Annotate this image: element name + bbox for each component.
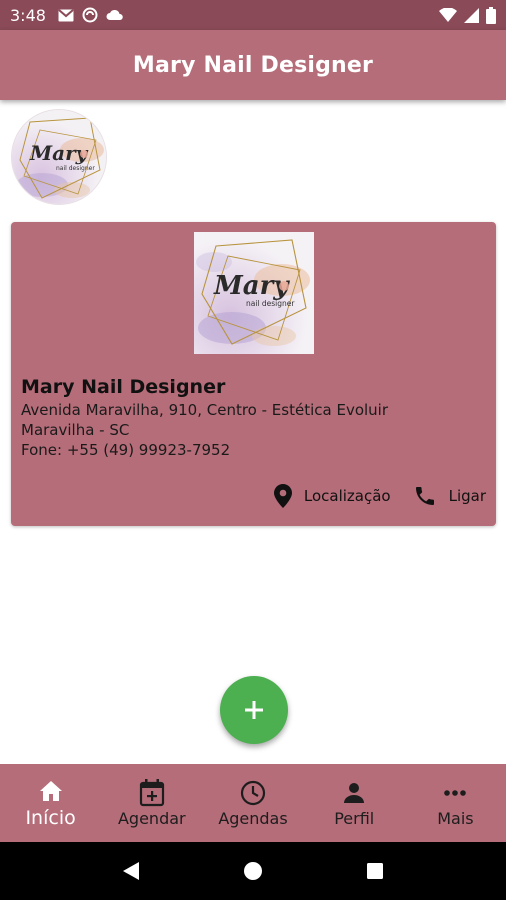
nav-label-perfil: Perfil [334, 808, 375, 828]
home-circle-icon[interactable] [243, 861, 263, 881]
avatar[interactable]: Mary nail designer [11, 109, 107, 205]
status-bar: 3:48 [0, 0, 506, 30]
business-address-line2: Maravilha - SC [21, 421, 130, 439]
app-title: Mary Nail Designer [132, 52, 374, 78]
nav-item-perfil[interactable]: Perfil [304, 764, 405, 842]
plus-icon [245, 701, 263, 719]
location-button[interactable]: Localização [273, 484, 391, 508]
sync-icon [82, 7, 98, 23]
business-phone: Fone: +55 (49) 99923-7952 [21, 441, 231, 459]
status-system-icons [439, 6, 496, 24]
avatar-logo-image: Mary nail designer [12, 110, 106, 204]
nav-item-agendar[interactable]: Agendar [101, 764, 202, 842]
battery-icon [486, 6, 496, 24]
system-navigation-bar [0, 842, 506, 900]
person-icon [344, 782, 365, 803]
nav-label-agendar: Agendar [117, 808, 186, 828]
nav-item-agendas[interactable]: Agendas [202, 764, 303, 842]
more-horizontal-icon [444, 789, 467, 796]
business-address-line1: Avenida Maravilha, 910, Centro - Estétic… [21, 401, 389, 419]
business-card: Mary nail designer Mary Nail Designer Av… [11, 222, 496, 526]
add-fab-button[interactable] [220, 676, 288, 744]
nav-item-mais[interactable]: Mais [405, 764, 506, 842]
location-label: Localização [303, 487, 391, 505]
clock-icon [240, 780, 266, 805]
home-icon [39, 781, 62, 801]
wifi-icon [439, 7, 457, 22]
business-logo-image: Mary nail designer [194, 232, 314, 354]
back-icon[interactable] [122, 861, 140, 881]
nav-label-inicio: Início [25, 807, 76, 829]
avatar-logo-subtext: nail designer [56, 165, 95, 172]
business-logo-text: Mary [213, 271, 290, 301]
call-button[interactable]: Ligar [413, 484, 486, 508]
nav-item-inicio[interactable]: Início [0, 764, 101, 842]
nav-label-mais: Mais [437, 808, 474, 828]
cloud-icon [106, 9, 123, 20]
status-notification-icons [58, 7, 124, 23]
business-details: Avenida Maravilha, 910, Centro - Estétic… [21, 400, 388, 460]
bottom-navigation: Início Agendar Agendas Perfil Mais [0, 764, 506, 842]
calendar-add-icon [139, 778, 164, 806]
phone-icon [415, 487, 434, 505]
recents-icon[interactable] [366, 862, 384, 880]
signal-icon [464, 7, 479, 23]
card-actions: Localização Ligar [273, 484, 486, 508]
call-label: Ligar [448, 487, 486, 505]
nav-label-agendas: Agendas [218, 808, 288, 828]
gmail-icon [58, 8, 74, 21]
business-logo: Mary nail designer [194, 232, 314, 354]
business-name: Mary Nail Designer [21, 376, 226, 398]
avatar-logo-text: Mary [29, 141, 89, 165]
business-logo-subtext: nail designer [246, 299, 295, 308]
status-time: 3:48 [10, 5, 46, 25]
location-pin-icon [273, 484, 292, 508]
app-bar: Mary Nail Designer [0, 30, 506, 100]
